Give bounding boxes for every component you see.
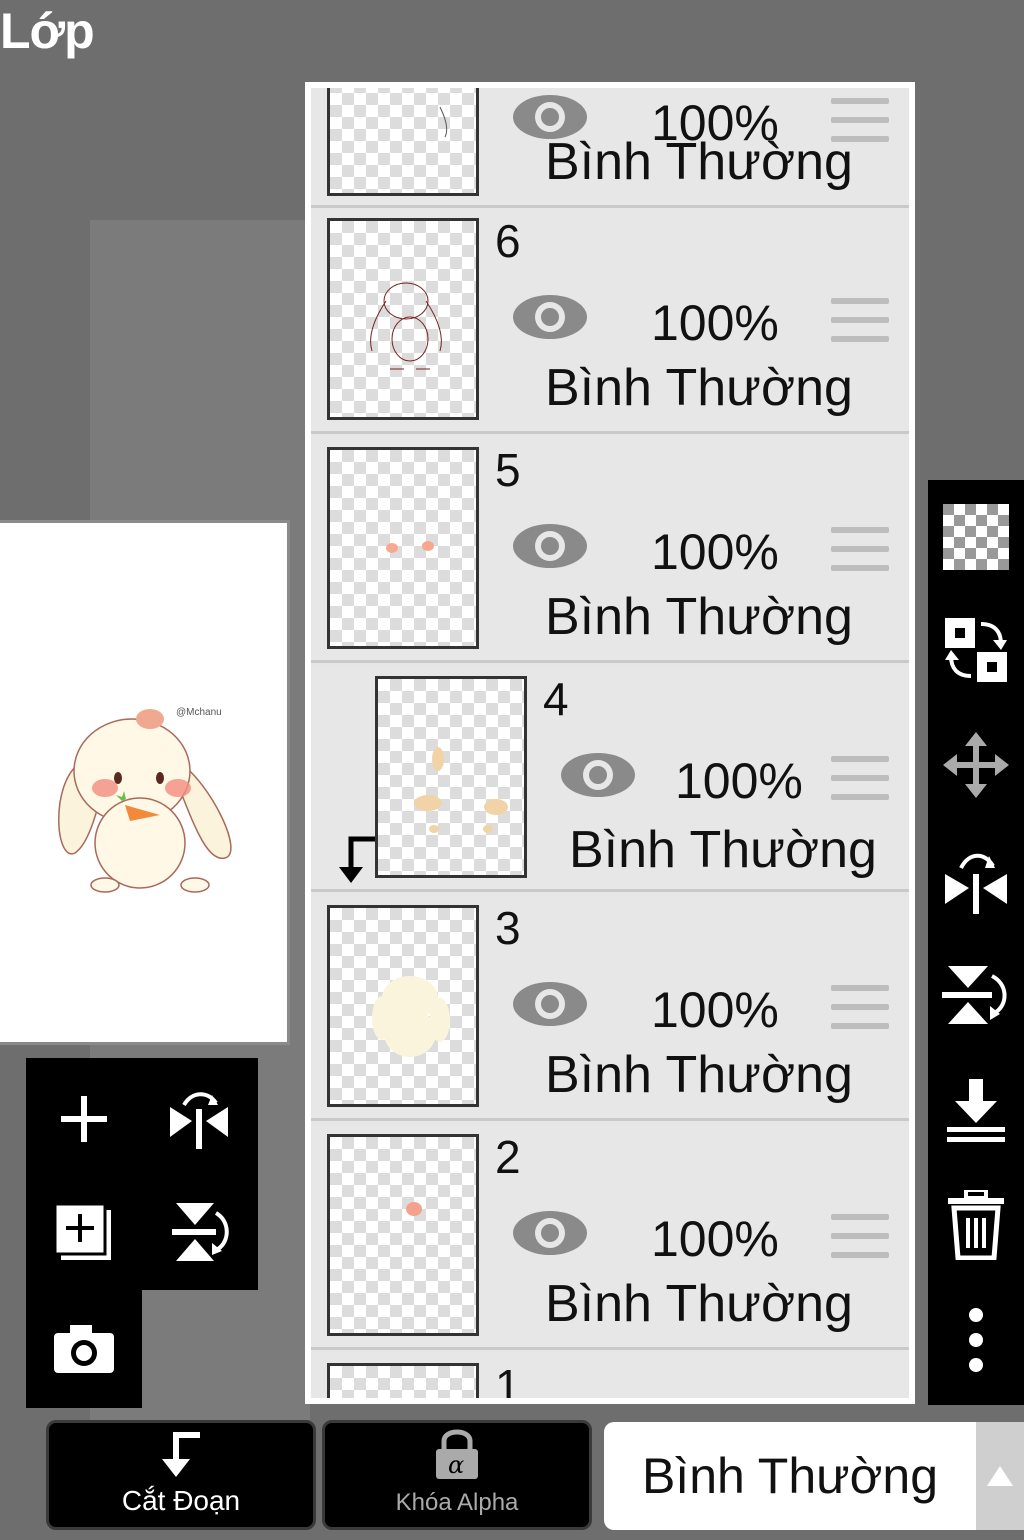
layer-thumbnail xyxy=(327,1134,479,1336)
blend-mode-select[interactable]: Bình Thường xyxy=(604,1422,976,1530)
drag-handle-icon[interactable] xyxy=(831,985,889,1031)
layer-item-clipped[interactable]: 4 100% Bình Thường xyxy=(311,666,909,892)
visibility-eye-icon[interactable] xyxy=(511,1208,589,1258)
visibility-eye-icon[interactable] xyxy=(559,750,637,800)
artwork-signature: @Mchanu xyxy=(176,707,222,718)
flip-vertical-icon xyxy=(172,1203,229,1261)
more-icon xyxy=(969,1308,983,1372)
layer-thumbnail xyxy=(375,676,527,878)
layer-thumbnail xyxy=(327,88,479,196)
layer-panel[interactable]: 100% Bình Thường 6 100% Bình Thường 5 10… xyxy=(305,82,915,1404)
layer-list[interactable]: 100% Bình Thường 6 100% Bình Thường 5 10… xyxy=(311,88,909,1398)
move-layer-button[interactable] xyxy=(928,710,1024,820)
new-transparent-layer-button[interactable] xyxy=(928,482,1024,592)
delete-layer-button[interactable] xyxy=(928,1170,1024,1280)
lock-icon: α xyxy=(436,1429,478,1479)
alpha-lock-button[interactable]: α Khóa Alpha xyxy=(322,1420,592,1530)
drag-handle-icon[interactable] xyxy=(831,756,889,802)
layer-item[interactable]: 1 xyxy=(311,1353,909,1398)
layer-opacity: 100% xyxy=(651,524,779,580)
bunny-artwork: @Mchanu xyxy=(58,707,232,893)
layer-blend-mode: Bình Thường xyxy=(569,821,877,879)
clipping-label: Cắt Đoạn xyxy=(121,1485,241,1516)
layer-opacity: 100% xyxy=(651,295,779,351)
chevron-up-icon xyxy=(987,1466,1013,1486)
layer-thumbnail xyxy=(327,218,479,420)
clipping-arrow-icon xyxy=(162,1432,200,1477)
drag-handle-icon[interactable] xyxy=(831,527,889,573)
visibility-eye-icon[interactable] xyxy=(511,979,589,1029)
layer-number: 6 xyxy=(495,215,521,267)
svg-text:α: α xyxy=(448,1451,464,1479)
transparency-icon xyxy=(943,504,1009,570)
trash-icon xyxy=(948,1190,1004,1260)
add-layer-copy-button[interactable] xyxy=(40,1188,128,1276)
layer-number: 2 xyxy=(495,1131,521,1183)
right-toolbar xyxy=(928,480,1024,1405)
move-icon xyxy=(943,732,1009,798)
more-options-button[interactable] xyxy=(928,1285,1024,1395)
layer-number: 1 xyxy=(495,1360,521,1398)
camera-import-button[interactable] xyxy=(40,1305,128,1393)
flip-vertical-icon xyxy=(942,966,1007,1024)
layer-number: 4 xyxy=(543,673,569,725)
camera-icon xyxy=(54,1325,114,1373)
layer-item[interactable]: 2 100% Bình Thường xyxy=(311,1124,909,1350)
layer-opacity: 100% xyxy=(675,753,803,809)
clipping-button[interactable]: Cắt Đoạn xyxy=(46,1420,316,1530)
flip-layer-horizontal-button[interactable] xyxy=(155,1075,243,1163)
add-layer-copy-icon xyxy=(53,1202,111,1260)
merge-down-icon xyxy=(947,1079,1005,1142)
layer-item[interactable]: 6 100% Bình Thường xyxy=(311,208,909,434)
swap-layers-button[interactable] xyxy=(928,595,1024,705)
flip-horizontal-icon xyxy=(945,853,1007,914)
clipping-arrow-icon xyxy=(339,836,375,883)
layer-number: 3 xyxy=(495,902,521,954)
layer-item[interactable]: 100% Bình Thường xyxy=(311,88,909,208)
flip-horizontal-button[interactable] xyxy=(928,825,1024,935)
visibility-eye-icon[interactable] xyxy=(511,521,589,571)
layer-item[interactable]: 3 100% Bình Thường xyxy=(311,895,909,1121)
swap-layers-icon xyxy=(945,618,1007,682)
page-title: Lớp xyxy=(0,3,95,59)
layer-opacity: 100% xyxy=(651,982,779,1038)
layer-blend-mode: Bình Thường xyxy=(545,1046,853,1104)
alpha-lock-label: Khóa Alpha xyxy=(395,1489,519,1516)
drag-handle-icon[interactable] xyxy=(831,1214,889,1260)
layer-blend-mode: Bình Thường xyxy=(545,133,853,191)
drag-handle-icon[interactable] xyxy=(831,298,889,344)
flip-horizontal-icon xyxy=(170,1092,228,1149)
layer-number: 5 xyxy=(495,444,521,496)
layer-blend-mode: Bình Thường xyxy=(545,588,853,646)
blend-mode-dropdown-button[interactable] xyxy=(976,1422,1024,1530)
layer-thumbnail xyxy=(327,1363,479,1398)
plus-icon xyxy=(61,1096,107,1142)
layer-blend-mode: Bình Thường xyxy=(545,359,853,417)
flip-vertical-button[interactable] xyxy=(928,940,1024,1050)
layer-blend-mode: Bình Thường xyxy=(545,1275,853,1333)
layer-item[interactable]: 5 100% Bình Thường xyxy=(311,437,909,663)
canvas-preview[interactable]: @Mchanu xyxy=(0,520,290,1045)
layer-thumbnail xyxy=(327,905,479,1107)
merge-down-button[interactable] xyxy=(928,1055,1024,1165)
layer-opacity: 100% xyxy=(651,1211,779,1267)
add-layer-button[interactable] xyxy=(40,1075,128,1163)
visibility-eye-icon[interactable] xyxy=(511,292,589,342)
layer-thumbnail xyxy=(327,447,479,649)
flip-layer-vertical-button[interactable] xyxy=(155,1188,243,1276)
